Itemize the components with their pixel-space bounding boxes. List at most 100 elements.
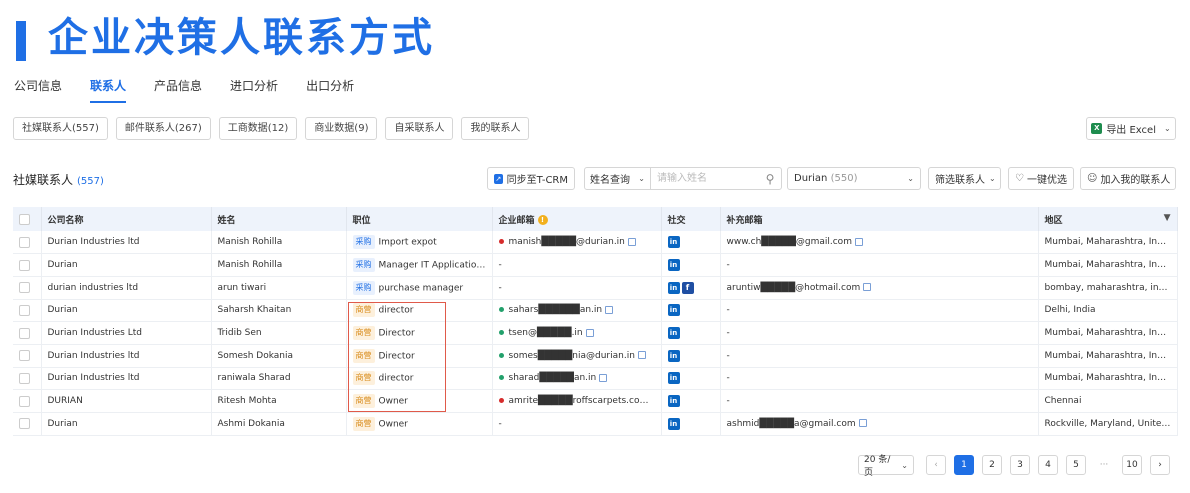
- page-4-button[interactable]: 4: [1038, 455, 1058, 475]
- facebook-icon[interactable]: f: [681, 281, 694, 294]
- company-cell: durian industries ltd: [41, 276, 212, 300]
- search-icon[interactable]: ⚲: [759, 168, 781, 189]
- filter-contacts-button[interactable]: 筛选联系人 ⌄: [928, 167, 1001, 190]
- select-all-checkbox[interactable]: [19, 213, 30, 225]
- one-click-optimize-button[interactable]: ♡ 一键优选: [1008, 167, 1074, 190]
- info-icon[interactable]: !: [537, 215, 548, 225]
- company-select[interactable]: Durian (550) ⌄: [787, 167, 921, 190]
- tab-export-analysis[interactable]: 出口分析: [306, 77, 354, 99]
- tab-contacts[interactable]: 联系人: [90, 77, 127, 103]
- email-value[interactable]: sharad█████an.in: [509, 373, 597, 383]
- social-cell: in f: [661, 276, 721, 300]
- export-excel-button[interactable]: X 导出 Excel ⌄: [1086, 117, 1176, 140]
- row-checkbox[interactable]: [19, 395, 30, 407]
- company-cell: Durian: [41, 299, 212, 323]
- tab-import-analysis[interactable]: 进口分析: [230, 77, 278, 99]
- name-cell: Manish Rohilla: [211, 231, 347, 255]
- subtab-business-registry[interactable]: 工商数据(12): [218, 117, 298, 140]
- name-cell: Manish Rohilla: [211, 253, 347, 277]
- table-row[interactable]: durian industries ltd arun tiwari 采购 purcha…: [13, 276, 1178, 300]
- title-cell: 商营 Owner: [346, 412, 493, 436]
- extra-email-value: -: [726, 396, 730, 407]
- linkedin-icon[interactable]: in: [667, 395, 680, 408]
- email-value: -: [498, 418, 502, 429]
- prev-page-button[interactable]: ‹: [926, 455, 946, 475]
- copy-icon[interactable]: [651, 396, 660, 405]
- page-1-button[interactable]: 1: [954, 455, 974, 475]
- subtab-my-contacts[interactable]: 我的联系人: [461, 117, 530, 140]
- col-name: 姓名: [211, 207, 347, 231]
- extra-email-value: -: [726, 328, 730, 339]
- copy-icon[interactable]: [599, 373, 608, 382]
- copy-icon[interactable]: [858, 419, 867, 428]
- table-row[interactable]: Durian Industries ltd Somesh Dokania 商营 Dir…: [13, 344, 1178, 368]
- linkedin-icon[interactable]: in: [667, 327, 680, 340]
- row-checkbox[interactable]: [19, 259, 30, 271]
- linkedin-icon[interactable]: in: [667, 236, 680, 249]
- copy-icon[interactable]: [605, 305, 614, 314]
- extra-email-value[interactable]: aruntiw█████@hotmail.com: [727, 283, 861, 293]
- email-value[interactable]: sahars██████an.in: [509, 305, 603, 315]
- sync-crm-button[interactable]: ↗ 同步至T-CRM: [487, 167, 575, 190]
- tab-product-info[interactable]: 产品信息: [154, 77, 202, 99]
- section-count: (557): [77, 176, 104, 187]
- copy-icon[interactable]: [585, 328, 594, 337]
- subtab-self-collected[interactable]: 自采联系人: [385, 117, 454, 140]
- page-2-button[interactable]: 2: [982, 455, 1002, 475]
- page-3-button[interactable]: 3: [1010, 455, 1030, 475]
- row-checkbox[interactable]: [19, 236, 30, 248]
- extra-email-value[interactable]: ashmid█████a@gmail.com: [727, 419, 856, 429]
- linkedin-icon[interactable]: in: [667, 417, 680, 430]
- email-cell: sahars██████an.in: [492, 299, 662, 323]
- table-row[interactable]: Durian Industries ltd Manish Rohilla 采购 Imp…: [13, 231, 1178, 255]
- row-checkbox[interactable]: [19, 372, 30, 384]
- name-cell: Ritesh Mohta: [211, 389, 347, 413]
- social-cell: in: [661, 231, 721, 255]
- row-checkbox[interactable]: [19, 350, 30, 362]
- extra-email-value: -: [726, 373, 730, 384]
- table-row[interactable]: Durian Industries ltd raniwala Sharad 商营 di…: [13, 367, 1178, 391]
- table-row[interactable]: Durian Ashmi Dokania 商营 Owner - in ashmid█████…: [13, 412, 1178, 436]
- linkedin-icon[interactable]: in: [667, 304, 680, 317]
- title-cell: 采购 Manager IT Applications...: [346, 253, 493, 277]
- copy-icon[interactable]: [627, 237, 636, 246]
- title-cell: 商营 Owner: [346, 389, 493, 413]
- email-value[interactable]: somes█████nia@durian.in: [509, 351, 635, 361]
- page-size-select[interactable]: 20 条/页 ⌄: [858, 455, 914, 478]
- title-value: director: [378, 373, 414, 384]
- name-search-input[interactable]: [651, 168, 759, 189]
- table-row[interactable]: Durian Saharsh Khaitan 商营 director sahars███…: [13, 299, 1178, 323]
- linkedin-icon[interactable]: in: [667, 259, 680, 272]
- extra-email-cell: -: [720, 299, 1039, 323]
- table-row[interactable]: DURIAN Ritesh Mohta 商营 Owner amrite█████roff…: [13, 389, 1178, 413]
- section-title-text: 社媒联系人: [13, 173, 74, 187]
- subtab-social-contacts[interactable]: 社媒联系人(557): [13, 117, 108, 140]
- linkedin-icon[interactable]: in: [667, 372, 680, 385]
- table-row[interactable]: Durian Manish Rohilla 采购 Manager IT Applica…: [13, 253, 1178, 277]
- copy-icon[interactable]: [863, 283, 872, 292]
- copy-icon[interactable]: [637, 351, 646, 360]
- company-cell: Durian Industries ltd: [41, 231, 212, 255]
- row-checkbox[interactable]: [19, 304, 30, 316]
- email-value[interactable]: manish█████@durian.in: [509, 237, 625, 247]
- row-checkbox[interactable]: [19, 418, 30, 430]
- filter-icon[interactable]: ▼: [1164, 213, 1171, 223]
- page-5-button[interactable]: 5: [1066, 455, 1086, 475]
- email-cell: -: [492, 276, 662, 300]
- name-query-select[interactable]: 姓名查询 ⌄: [585, 168, 651, 189]
- email-value[interactable]: amrite█████roffscarpets.com: [509, 396, 649, 406]
- linkedin-icon[interactable]: in: [667, 349, 680, 362]
- row-checkbox[interactable]: [19, 327, 30, 339]
- copy-icon[interactable]: [854, 237, 863, 246]
- email-value[interactable]: tsen@█████.in: [509, 328, 583, 338]
- subtab-commercial-data[interactable]: 商业数据(9): [305, 117, 378, 140]
- row-checkbox[interactable]: [19, 282, 30, 294]
- add-to-my-contacts-button[interactable]: ☺ 加入我的联系人: [1080, 167, 1176, 190]
- extra-email-value[interactable]: www.ch█████@gmail.com: [727, 237, 852, 247]
- tab-company-info[interactable]: 公司信息: [14, 77, 62, 99]
- page-10-button[interactable]: 10: [1122, 455, 1142, 475]
- next-page-button[interactable]: ›: [1150, 455, 1170, 475]
- table-row[interactable]: Durian Industries Ltd Tridib Sen 商营 Directo…: [13, 321, 1178, 345]
- subtab-email-contacts[interactable]: 邮件联系人(267): [115, 117, 211, 140]
- linkedin-icon[interactable]: in: [667, 281, 680, 294]
